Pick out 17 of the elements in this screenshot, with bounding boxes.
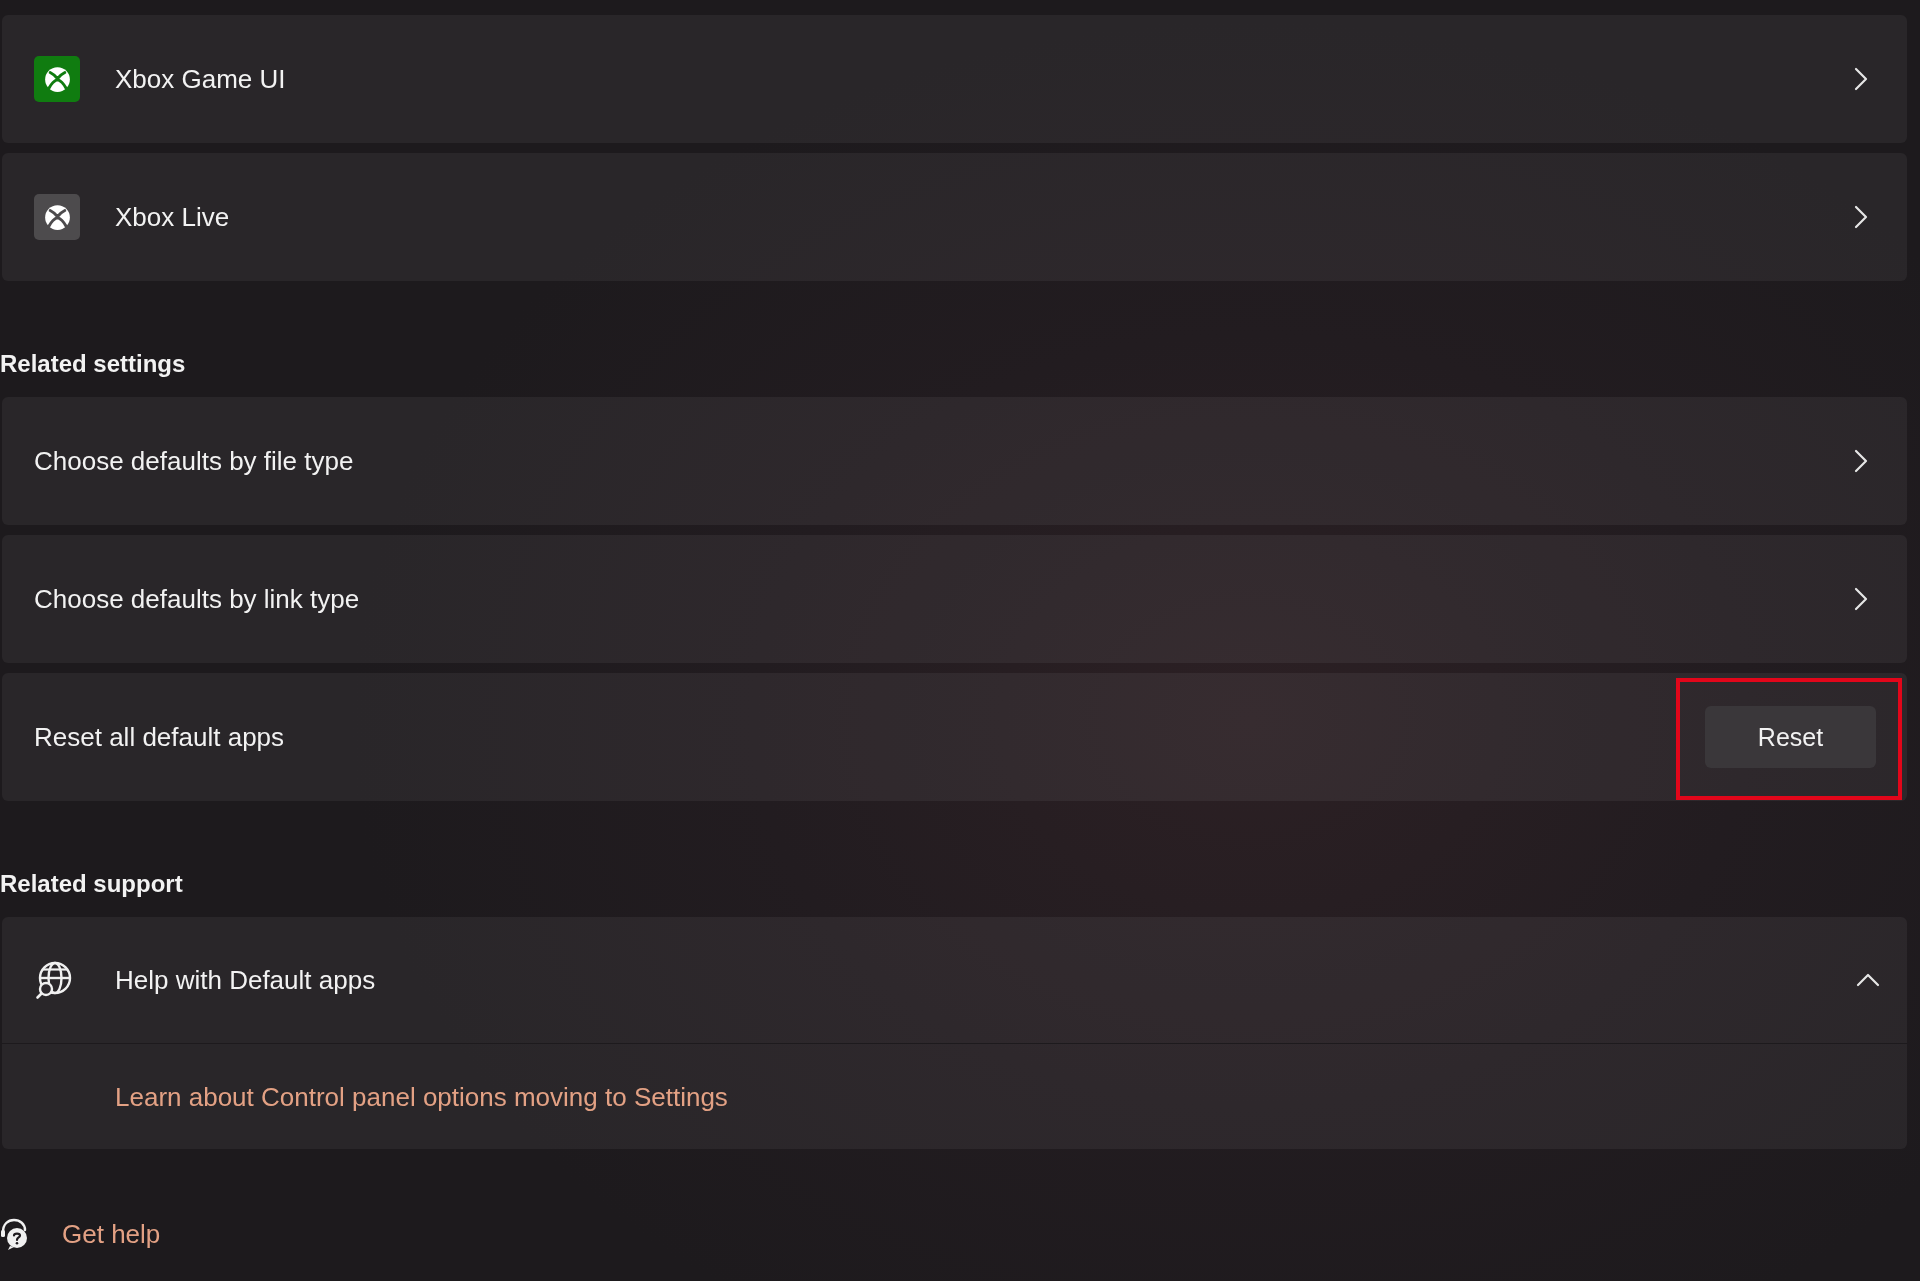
help-chat-icon	[0, 1218, 30, 1250]
setting-label: Reset all default apps	[34, 721, 285, 753]
chevron-up-icon	[1856, 973, 1880, 987]
get-help-link[interactable]: Get help	[0, 1218, 161, 1250]
settings-link-row[interactable]: Choose defaults by file type	[2, 397, 1907, 525]
chevron-right-icon	[1854, 67, 1868, 91]
section-heading: Related settings	[0, 349, 186, 379]
chevron-right-icon	[1854, 449, 1868, 473]
section-heading: Related support	[0, 869, 183, 899]
chevron-right-icon	[1854, 205, 1868, 229]
help-link[interactable]: Learn about Control panel options moving to Settings	[115, 1080, 728, 1113]
expander-header[interactable]: Help with Default apps	[2, 917, 1907, 1044]
reset-button[interactable]: Reset	[1705, 706, 1876, 768]
app-row[interactable]: Xbox Live	[2, 153, 1907, 281]
app-row[interactable]: Xbox Game UI	[2, 15, 1907, 143]
settings-link-row[interactable]: Choose defaults by link type	[2, 535, 1907, 663]
chevron-right-icon	[1854, 587, 1868, 611]
